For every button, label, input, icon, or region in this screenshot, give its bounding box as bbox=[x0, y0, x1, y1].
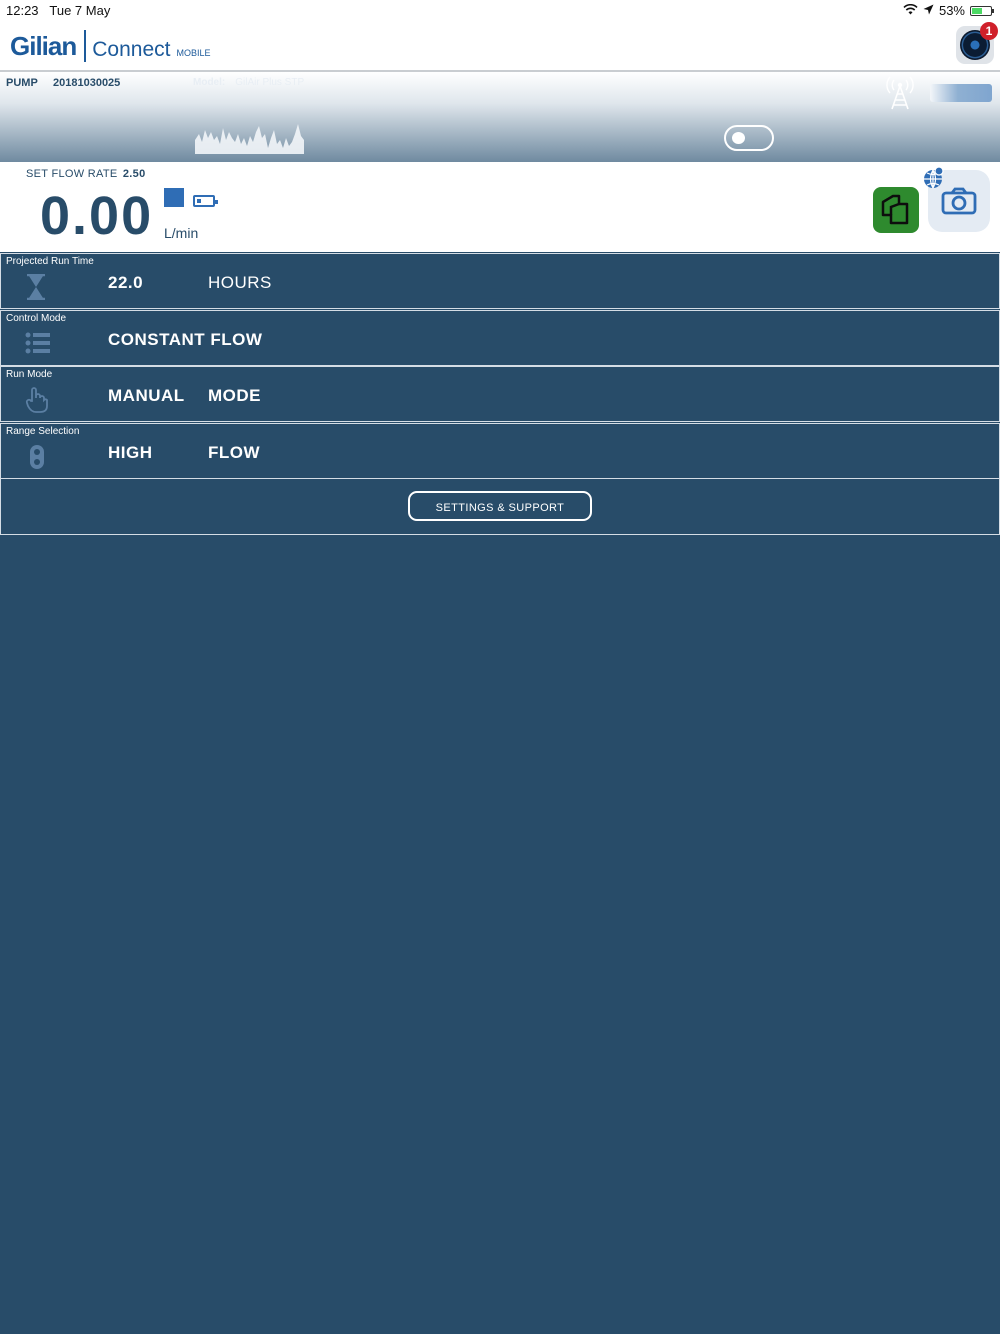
projected-run-time-row[interactable]: Projected Run Time 22.0 HOURS bbox=[0, 253, 1000, 309]
settings-row: SETTINGS & SUPPORT bbox=[0, 478, 1000, 535]
status-time: 12:23 Tue 7 May bbox=[6, 3, 111, 18]
logo-edition: MOBILE bbox=[176, 48, 211, 58]
control-mode-row[interactable]: Control Mode CONSTANT FLOW bbox=[0, 310, 1000, 366]
logo-divider bbox=[84, 30, 87, 62]
control-mode-value: CONSTANT FLOW bbox=[108, 330, 263, 349]
row-caption: Projected Run Time bbox=[6, 256, 94, 267]
model-value: GilAir Plus STP bbox=[235, 77, 305, 88]
row-caption: Range Selection bbox=[6, 426, 80, 437]
row-caption: Control Mode bbox=[6, 313, 67, 324]
pump-label: PUMP bbox=[6, 77, 38, 89]
wifi-icon bbox=[903, 3, 918, 18]
battery-percent: 53% bbox=[938, 3, 965, 18]
range-selection-row[interactable]: Range Selection HIGH FLOW bbox=[0, 423, 1000, 479]
camera-lens-app-button[interactable]: 1 bbox=[956, 22, 998, 64]
status-bar: 12:23 Tue 7 May 53% bbox=[0, 0, 1000, 22]
app-header: Gilian Connect MOBILE 1 bbox=[0, 22, 1000, 72]
current-flow-value: 0.00 bbox=[40, 186, 154, 246]
status-date: Tue 7 May bbox=[49, 3, 111, 18]
stop-indicator-icon bbox=[164, 188, 184, 207]
list-icon bbox=[25, 332, 50, 354]
pump-panel: PUMP 20181030025 Model: GilAir Plus STP bbox=[0, 72, 1000, 162]
pump-run-toggle[interactable] bbox=[724, 125, 774, 151]
pump-model: Model: GilAir Plus STP bbox=[193, 77, 304, 88]
flow-waveform-icon bbox=[195, 124, 304, 154]
antenna-signal-icon bbox=[886, 76, 914, 110]
flow-unit: L/min bbox=[164, 225, 199, 241]
set-flow-value: 2.50 bbox=[122, 168, 146, 180]
logo-product: Connect bbox=[92, 38, 171, 61]
toggle-knob bbox=[732, 132, 745, 144]
range-value: HIGH bbox=[108, 443, 153, 462]
run-mode-suffix: MODE bbox=[208, 386, 261, 405]
model-label: Model: bbox=[193, 77, 226, 88]
copy-button[interactable] bbox=[873, 187, 919, 233]
logo-brand: Gilian bbox=[10, 31, 77, 61]
camera-icon bbox=[941, 187, 977, 215]
set-flow-label: SET FLOW RATE bbox=[26, 168, 118, 180]
hand-pointer-icon bbox=[25, 387, 48, 413]
settings-support-button[interactable]: SETTINGS & SUPPORT bbox=[408, 491, 592, 521]
run-time-unit: HOURS bbox=[208, 273, 272, 292]
connection-status-indicator bbox=[930, 84, 992, 102]
location-arrow-icon bbox=[923, 3, 934, 18]
globe-location-icon bbox=[924, 166, 944, 189]
run-mode-row[interactable]: Run Mode MANUAL MODE bbox=[0, 366, 1000, 422]
hourglass-icon bbox=[27, 274, 45, 300]
set-flow-rate: SET FLOW RATE 2.50 bbox=[26, 168, 145, 180]
notification-badge: 1 bbox=[980, 22, 998, 40]
gilian-connect-logo: Gilian Connect MOBILE bbox=[10, 30, 210, 62]
copy-icon bbox=[881, 194, 909, 225]
row-caption: Run Mode bbox=[6, 369, 53, 380]
pump-battery-icon bbox=[193, 195, 218, 207]
range-icon bbox=[30, 445, 44, 469]
battery-charging-icon bbox=[970, 5, 994, 16]
range-suffix: FLOW bbox=[208, 443, 261, 462]
pump-serial: 20181030025 bbox=[53, 77, 121, 89]
run-time-value: 22.0 bbox=[108, 273, 144, 292]
run-mode-value: MANUAL bbox=[108, 386, 185, 405]
flow-section: SET FLOW RATE 2.50 0.00 L/min bbox=[0, 162, 1000, 252]
